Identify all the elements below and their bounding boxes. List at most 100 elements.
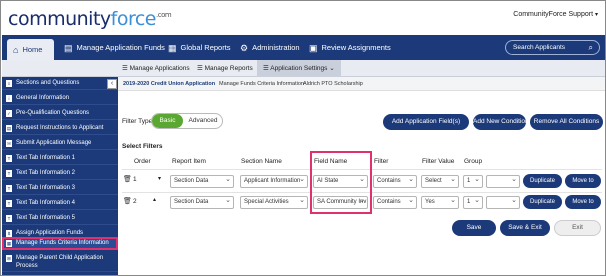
col-header-group: Group bbox=[464, 158, 483, 165]
arrow-down-icon[interactable]: ▾ bbox=[158, 175, 161, 182]
col-header-report-item: Report Item bbox=[172, 158, 206, 165]
filter-type-advanced[interactable]: Advanced bbox=[183, 114, 222, 128]
grid-icon: ▦ bbox=[168, 43, 177, 53]
move-to-button[interactable]: Move to bbox=[565, 174, 601, 188]
nav-home-label: Home bbox=[22, 45, 43, 54]
section-name-select[interactable]: Special Activities bbox=[240, 196, 308, 209]
subnav-manage-reports[interactable]: ☰ Manage Reports bbox=[197, 60, 253, 77]
sidebar-item-label: Sections and Questions bbox=[16, 80, 80, 86]
clipboard-icon: ▣ bbox=[309, 43, 318, 53]
sub-navbar: ☰ Manage Applications ☰ Manage Reports ☰… bbox=[2, 60, 605, 77]
list-icon: ≡ bbox=[6, 80, 12, 87]
sidebar-item-text-tab-4[interactable]: T Text Tab Information 4 bbox=[2, 197, 118, 210]
sidebar-item-label: Text Tab Information 1 bbox=[16, 155, 75, 161]
sidebar-item-text-tab-3[interactable]: T Text Tab Information 3 bbox=[2, 182, 118, 195]
section-name-select[interactable]: Applicant Information bbox=[240, 175, 308, 188]
sidebar-item-text-tab-5[interactable]: T Text Tab Information 5 bbox=[2, 212, 118, 225]
move-to-button[interactable]: Move to bbox=[565, 195, 601, 209]
nav-review-assignments-label: Review Assignments bbox=[321, 43, 391, 52]
search-input[interactable]: Search Applicants ⌕ bbox=[505, 40, 600, 55]
nav-review-assignments[interactable]: ▣ Review Assignments bbox=[309, 35, 391, 60]
info-icon: i bbox=[6, 95, 12, 102]
report-item-select[interactable]: Section Data bbox=[170, 175, 234, 188]
document-icon: ▤ bbox=[64, 43, 73, 53]
subnav-application-settings-label: Application Settings bbox=[270, 65, 328, 72]
add-new-condition-button[interactable]: Add New Condition bbox=[473, 114, 529, 130]
text-icon: T bbox=[6, 170, 12, 177]
sidebar-item-text-tab-1[interactable]: T Text Tab Information 1 bbox=[2, 152, 118, 165]
gear-icon: ⚙ bbox=[240, 43, 249, 53]
criteria-icon: ▦ bbox=[6, 240, 12, 247]
logo[interactable]: communityforce.com bbox=[8, 8, 172, 30]
support-label: CommunityForce Support bbox=[513, 11, 594, 18]
nav-administration-label: Administration bbox=[252, 43, 300, 52]
group-select[interactable]: 1 bbox=[463, 196, 483, 209]
subnav-manage-applications[interactable]: ☰ Manage Applications bbox=[122, 60, 190, 77]
logo-text: community bbox=[8, 8, 111, 30]
remove-all-conditions-button[interactable]: Remove All Conditions bbox=[530, 114, 603, 130]
funds-icon: $ bbox=[6, 230, 12, 237]
main-navbar: ⌂ Home ▤ Manage Application Funds ▦ Global … bbox=[2, 35, 605, 60]
save-button[interactable]: Save bbox=[452, 220, 496, 236]
text-icon: T bbox=[6, 155, 12, 162]
sidebar-item-label: Text Tab Information 2 bbox=[16, 170, 75, 176]
sidebar: ≡ Sections and Questions i General Informa… bbox=[2, 77, 118, 275]
nav-manage-funds-label: Manage Application Funds bbox=[76, 43, 165, 52]
collapse-sidebar-button[interactable]: ‹ bbox=[107, 79, 117, 89]
col-header-order: Order bbox=[134, 158, 151, 165]
sidebar-item-request-instructions[interactable]: ▤ Request Instructions to Applicant bbox=[2, 122, 118, 135]
subnav-application-settings[interactable]: ☰ Application Settings ⌄ bbox=[257, 60, 341, 77]
nav-global-reports[interactable]: ▦ Global Reports bbox=[168, 35, 231, 60]
add-application-fields-button[interactable]: Add Application Field(s) bbox=[383, 114, 469, 130]
sidebar-item-label: Text Tab Information 5 bbox=[16, 215, 75, 221]
message-icon: ✉ bbox=[6, 140, 12, 147]
save-exit-button[interactable]: Save & Exit bbox=[500, 220, 550, 236]
sidebar-item-manage-funds-criteria[interactable]: ▦ Manage Funds Criteria Information bbox=[2, 237, 118, 250]
sidebar-item-text-tab-2[interactable]: T Text Tab Information 2 bbox=[2, 167, 118, 180]
group-select[interactable]: 1 bbox=[463, 175, 483, 188]
exit-button[interactable]: Exit bbox=[554, 220, 601, 236]
duplicate-button[interactable]: Duplicate bbox=[523, 195, 562, 209]
sidebar-item-label: Manage Parent Child Application Process bbox=[16, 255, 104, 269]
search-placeholder: Search Applicants bbox=[513, 44, 566, 51]
nav-home[interactable]: ⌂ Home bbox=[7, 39, 54, 60]
home-icon: ⌂ bbox=[13, 45, 19, 55]
filter-type-basic[interactable]: Basic bbox=[152, 114, 183, 128]
filter-value-select[interactable]: Select bbox=[421, 175, 459, 188]
filter-select[interactable]: Contains bbox=[373, 196, 417, 209]
select-filters-heading: Select Filters bbox=[122, 143, 163, 150]
text-icon: T bbox=[6, 215, 12, 222]
filter-select[interactable]: Contains bbox=[373, 175, 417, 188]
sidebar-item-label: Submit Application Message bbox=[16, 140, 92, 146]
group-extra-select[interactable] bbox=[486, 196, 520, 209]
filter-value-select[interactable]: Yes bbox=[421, 196, 459, 209]
top-bar: communityforce.com CommunityForce Suppor… bbox=[2, 2, 605, 35]
group-extra-select[interactable] bbox=[486, 175, 520, 188]
support-menu[interactable]: CommunityForce Support ▾ bbox=[513, 11, 598, 18]
nav-administration[interactable]: ⚙ Administration bbox=[240, 35, 300, 60]
breadcrumb-item-funds-criteria[interactable]: Manage Funds Criteria Information bbox=[219, 77, 304, 91]
arrow-up-icon[interactable]: ▴ bbox=[153, 196, 156, 203]
app-window: communityforce.com CommunityForce Suppor… bbox=[0, 0, 606, 276]
duplicate-button[interactable]: Duplicate bbox=[523, 174, 562, 188]
sidebar-item-parent-child[interactable]: ⊞ Manage Parent Child Application Process bbox=[2, 253, 118, 272]
chevron-down-icon: ▾ bbox=[594, 12, 598, 18]
sidebar-item-pre-qualification[interactable]: ✓ Pre-Qualification Questions bbox=[2, 107, 118, 120]
nav-global-reports-label: Global Reports bbox=[180, 43, 231, 52]
breadcrumb-item-application[interactable]: 2019-2020 Credit Union Application bbox=[123, 77, 215, 91]
subnav-manage-applications-label: Manage Applications bbox=[129, 65, 190, 72]
subnav-manage-reports-label: Manage Reports bbox=[204, 65, 253, 72]
trash-icon[interactable]: 🗑 bbox=[123, 197, 132, 205]
sidebar-item-label: Pre-Qualification Questions bbox=[16, 110, 90, 116]
sidebar-item-general-information[interactable]: i General Information bbox=[2, 92, 118, 105]
trash-icon[interactable]: 🗑 bbox=[123, 175, 132, 183]
sidebar-item-label: Manage Funds Criteria Information bbox=[16, 240, 109, 246]
search-icon: ⌕ bbox=[588, 43, 593, 52]
sidebar-item-submit-message[interactable]: ✉ Submit Application Message bbox=[2, 137, 118, 150]
report-item-select[interactable]: Section Data bbox=[170, 196, 234, 209]
nav-manage-funds[interactable]: ▤ Manage Application Funds bbox=[64, 35, 165, 60]
sidebar-item-label: Assign Application Funds bbox=[16, 230, 84, 236]
sidebar-item-label: Text Tab Information 3 bbox=[16, 185, 75, 191]
sidebar-item-label: General Information bbox=[16, 95, 70, 101]
sidebar-item-sections-questions[interactable]: ≡ Sections and Questions bbox=[2, 77, 118, 90]
